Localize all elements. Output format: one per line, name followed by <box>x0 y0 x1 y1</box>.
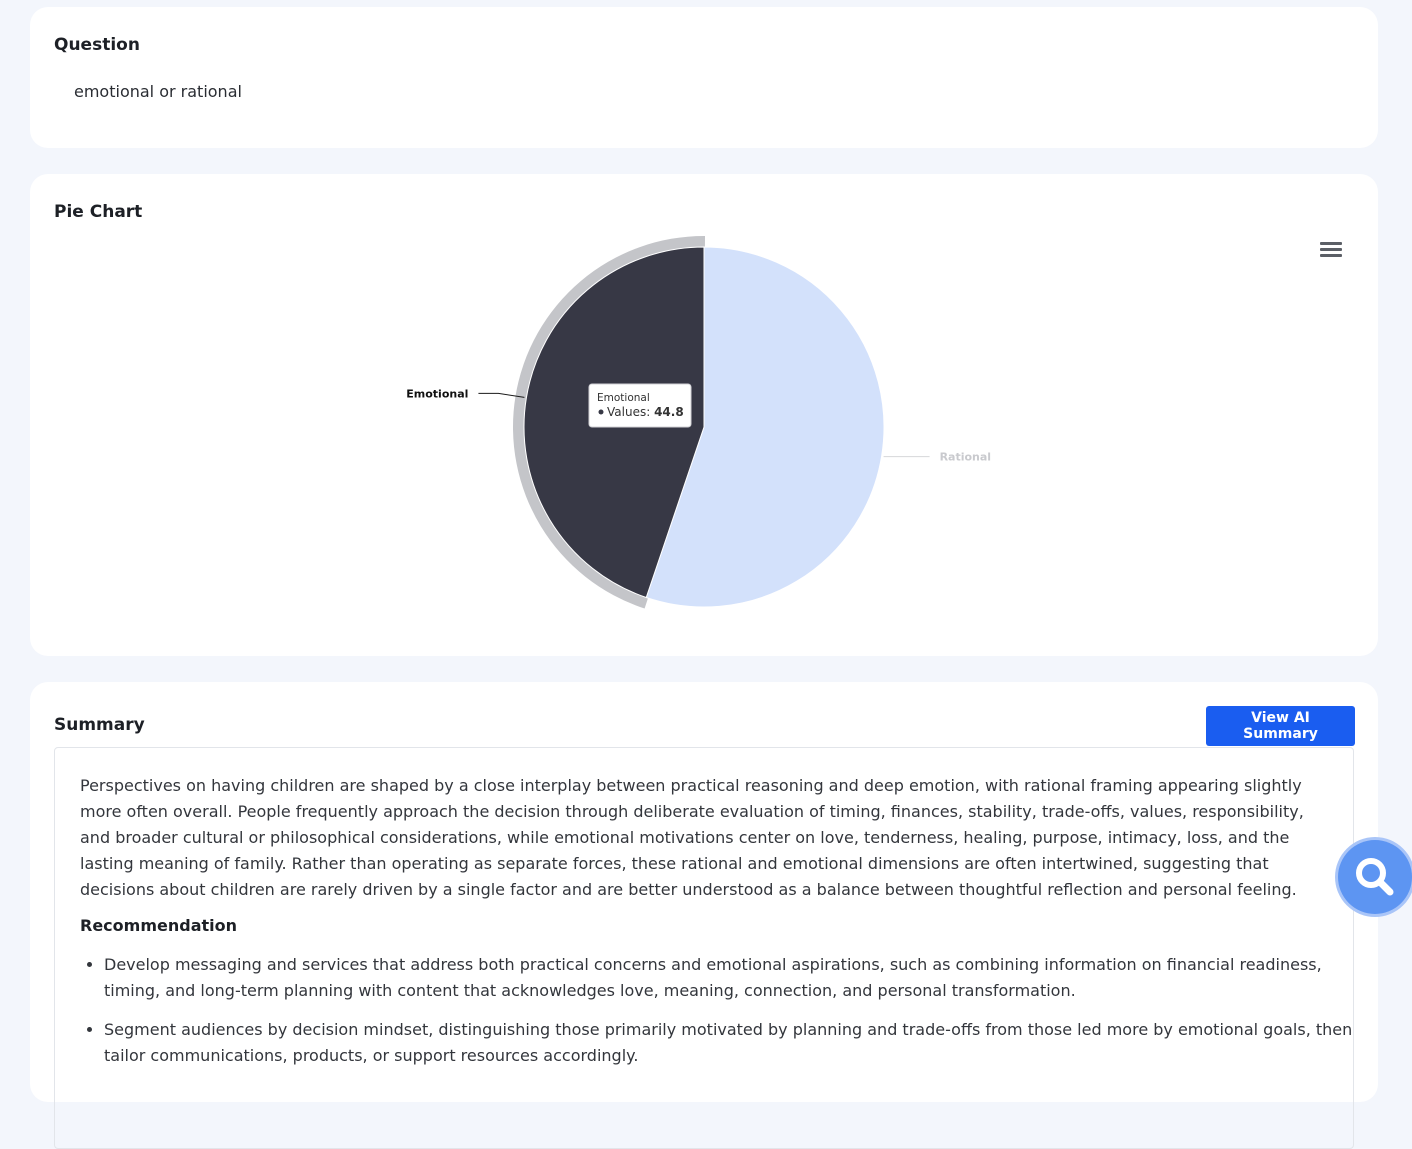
view-ai-summary-button[interactable]: View AI Summary <box>1206 706 1355 746</box>
question-text: emotional or rational <box>74 82 242 101</box>
search-fab-button[interactable] <box>1338 840 1412 914</box>
recommendation-item: Segment audiences by decision mindset, d… <box>104 1017 1354 1069</box>
tooltip-series-label: Values: 44.8 <box>607 405 684 419</box>
question-title: Question <box>54 35 140 55</box>
question-card: Question emotional or rational <box>30 7 1378 148</box>
label-rational: Rational <box>940 451 992 464</box>
tooltip-series-marker <box>598 409 604 415</box>
label-emotional: Emotional <box>406 387 468 400</box>
summary-text: Perspectives on having children are shap… <box>80 776 1304 899</box>
pie-chart: EmotionalRationalEmotionalValues: 44.8 <box>406 235 992 609</box>
tooltip-category: Emotional <box>597 392 650 404</box>
recommendation-title: Recommendation <box>80 916 237 935</box>
pie-chart-card: Pie Chart Emotional Rational Emotional Valu… <box>30 174 1378 656</box>
summary-card: Summary View AI Summary Perspectives on … <box>30 682 1378 1149</box>
tooltip-value: 44.8 <box>654 405 684 419</box>
recommendation-item: Develop messaging and services that addr… <box>104 952 1354 1004</box>
recommendation-list: Develop messaging and services that addr… <box>80 952 1354 1082</box>
chart-tooltip: EmotionalValues: 44.8 <box>588 383 692 428</box>
search-icon <box>1356 858 1394 896</box>
summary-box: Perspectives on having children are shap… <box>54 747 1354 1149</box>
summary-title: Summary <box>54 715 145 735</box>
